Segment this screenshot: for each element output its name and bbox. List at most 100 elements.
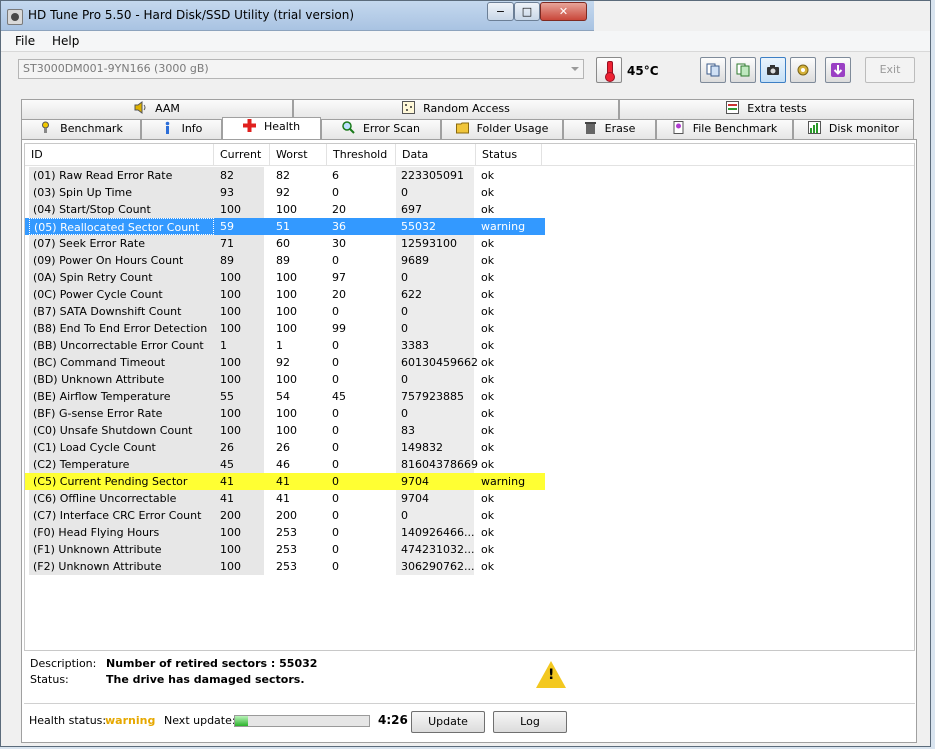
- cell-worst: 200: [276, 509, 297, 522]
- tab-folder-usage[interactable]: Folder Usage: [441, 119, 563, 139]
- table-row[interactable]: (C1) Load Cycle Count 26 26 0 149832 ok: [25, 439, 545, 456]
- screenshot-button[interactable]: [760, 57, 786, 83]
- table-row[interactable]: (BF) G-sense Error Rate 100 100 0 0 ok: [25, 405, 545, 422]
- table-row[interactable]: (09) Power On Hours Count 89 89 0 9689 ok: [25, 252, 545, 269]
- options-button[interactable]: [790, 57, 816, 83]
- drive-select[interactable]: ST3000DM001-9YN166 (3000 gB): [18, 59, 584, 79]
- table-row[interactable]: (F0) Head Flying Hours 100 253 0 140926466..…: [25, 524, 545, 541]
- cell-status: ok: [481, 492, 495, 505]
- maximize-button[interactable]: □: [514, 2, 540, 21]
- tab-disk-monitor-label: Disk monitor: [828, 122, 900, 135]
- table-row[interactable]: (07) Seek Error Rate 71 60 30 12593100 ok: [25, 235, 545, 252]
- cell-data: 9689: [396, 252, 474, 269]
- cell-id: (09) Power On Hours Count: [29, 252, 214, 269]
- cell-threshold: 0: [332, 560, 339, 573]
- copy-all-button[interactable]: [730, 57, 756, 83]
- cell-worst: 92: [276, 356, 290, 369]
- cell-worst: 253: [276, 560, 297, 573]
- column-header-worst[interactable]: Worst: [270, 144, 327, 165]
- cell-worst: 100: [276, 407, 297, 420]
- tab-random-access[interactable]: Random Access: [293, 99, 619, 119]
- column-header-data[interactable]: Data: [396, 144, 476, 165]
- table-row[interactable]: (B8) End To End Error Detection 100 100 99 0…: [25, 320, 545, 337]
- copy-button[interactable]: [700, 57, 726, 83]
- minimize-button[interactable]: −: [487, 2, 514, 21]
- tab-info[interactable]: Info: [141, 119, 222, 139]
- cell-id: (BC) Command Timeout: [29, 354, 214, 371]
- cell-data: 0: [396, 507, 474, 524]
- cell-worst: 46: [276, 458, 290, 471]
- cell-threshold: 0: [332, 407, 339, 420]
- tab-extra-tests[interactable]: Extra tests: [619, 99, 914, 119]
- temperature-readout: 45°C: [627, 64, 659, 78]
- column-header-threshold[interactable]: Threshold: [327, 144, 396, 165]
- close-button[interactable]: ✕: [540, 2, 587, 21]
- table-row[interactable]: (C5) Current Pending Sector 41 41 0 9704 warn…: [25, 473, 545, 490]
- cell-worst: 100: [276, 271, 297, 284]
- cell-current: 100: [214, 405, 264, 422]
- table-row[interactable]: (05) Reallocated Sector Count 59 51 36 55032…: [25, 218, 545, 235]
- cell-threshold: 99: [332, 322, 346, 335]
- title-bar[interactable]: HD Tune Pro 5.50 - Hard Disk/SSD Utility…: [1, 1, 594, 31]
- cell-status: ok: [481, 271, 495, 284]
- cell-status: ok: [481, 237, 495, 250]
- cell-current: 100: [214, 286, 264, 303]
- table-row[interactable]: (03) Spin Up Time 93 92 0 0 ok: [25, 184, 545, 201]
- tab-aam[interactable]: AAM: [21, 99, 293, 119]
- app-window: HD Tune Pro 5.50 - Hard Disk/SSD Utility…: [0, 0, 931, 747]
- tab-erase[interactable]: Erase: [563, 119, 656, 139]
- table-row[interactable]: (BB) Uncorrectable Error Count 1 1 0 3383 ok: [25, 337, 545, 354]
- tab-disk-monitor[interactable]: Disk monitor: [793, 119, 914, 139]
- cell-data: 9704: [396, 490, 474, 507]
- tab-error-scan-label: Error Scan: [362, 122, 421, 135]
- cell-status: ok: [481, 169, 495, 182]
- tab-error-scan[interactable]: Error Scan: [321, 119, 441, 139]
- table-row[interactable]: (BC) Command Timeout 100 92 0 60130459662 ok: [25, 354, 545, 371]
- health-status-label: Health status:: [29, 714, 107, 727]
- cell-id: (0A) Spin Retry Count: [29, 269, 214, 286]
- smart-attributes-table[interactable]: ID Current Worst Threshold Data Status (…: [24, 143, 915, 651]
- save-button[interactable]: [825, 57, 851, 83]
- cell-data: 12593100: [396, 235, 474, 252]
- table-row[interactable]: (01) Raw Read Error Rate 82 82 6 223305091 ok: [25, 167, 545, 184]
- cell-worst: 54: [276, 390, 290, 403]
- exit-button[interactable]: Exit: [865, 57, 915, 83]
- cell-threshold: 20: [332, 288, 346, 301]
- info-icon: [165, 121, 169, 134]
- tab-benchmark[interactable]: Benchmark: [21, 119, 141, 139]
- cell-current: 82: [214, 167, 264, 184]
- cell-threshold: 0: [332, 526, 339, 539]
- table-row[interactable]: (C0) Unsafe Shutdown Count 100 100 0 83 ok: [25, 422, 545, 439]
- cell-data: 306290762...: [396, 558, 474, 575]
- table-row[interactable]: (BD) Unknown Attribute 100 100 0 0 ok: [25, 371, 545, 388]
- column-header-current[interactable]: Current: [214, 144, 270, 165]
- log-button[interactable]: Log: [493, 711, 567, 733]
- tab-file-benchmark[interactable]: File Benchmark: [656, 119, 793, 139]
- cell-data: 697: [396, 201, 474, 218]
- table-row[interactable]: (BE) Airflow Temperature 55 54 45 757923885 o…: [25, 388, 545, 405]
- drive-select-value: ST3000DM001-9YN166 (3000 gB): [23, 62, 209, 75]
- menu-file[interactable]: File: [15, 34, 35, 48]
- cell-current: 100: [214, 201, 264, 218]
- column-header-id[interactable]: ID: [25, 144, 214, 165]
- table-row[interactable]: (0C) Power Cycle Count 100 100 20 622 ok: [25, 286, 545, 303]
- table-row[interactable]: (B7) SATA Downshift Count 100 100 0 0 ok: [25, 303, 545, 320]
- update-button[interactable]: Update: [411, 711, 485, 733]
- table-row[interactable]: (04) Start/Stop Count 100 100 20 697 ok: [25, 201, 545, 218]
- table-row[interactable]: (C7) Interface CRC Error Count 200 200 0 0 ok: [25, 507, 545, 524]
- menu-help[interactable]: Help: [52, 34, 79, 48]
- cell-id: (04) Start/Stop Count: [29, 201, 214, 218]
- table-row[interactable]: (0A) Spin Retry Count 100 100 97 0 ok: [25, 269, 545, 286]
- column-header-status[interactable]: Status: [476, 144, 542, 165]
- table-row[interactable]: (F1) Unknown Attribute 100 253 0 474231032..…: [25, 541, 545, 558]
- cell-threshold: 0: [332, 305, 339, 318]
- table-row[interactable]: (C2) Temperature 45 46 0 81604378669 ok: [25, 456, 545, 473]
- disk-monitor-icon: [807, 121, 821, 134]
- cell-threshold: 36: [332, 220, 346, 233]
- table-row[interactable]: (C6) Offline Uncorrectable 41 41 0 9704 ok: [25, 490, 545, 507]
- cell-current: 100: [214, 524, 264, 541]
- cell-threshold: 0: [332, 492, 339, 505]
- trash-icon: [584, 122, 596, 134]
- table-row[interactable]: (F2) Unknown Attribute 100 253 0 306290762..…: [25, 558, 545, 575]
- tab-health[interactable]: Health: [222, 117, 321, 139]
